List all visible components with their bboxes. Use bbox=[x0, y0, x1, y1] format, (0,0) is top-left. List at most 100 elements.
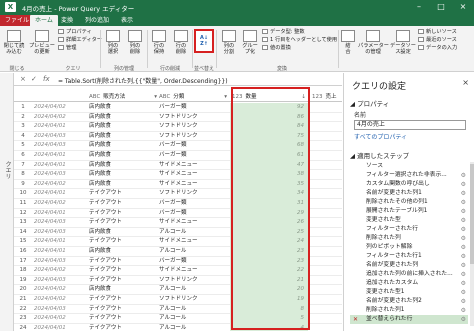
row-number[interactable]: 20 bbox=[14, 285, 32, 295]
table-row[interactable]: 20 2024/04/02 店内飲食 アルコール 20 bbox=[14, 285, 342, 295]
row-number[interactable]: 2 bbox=[14, 113, 32, 123]
date-cell[interactable]: 2024/04/01 bbox=[34, 209, 84, 219]
date-cell[interactable]: 2024/04/03 bbox=[34, 257, 84, 267]
method-cell[interactable]: 店内飲食 bbox=[89, 247, 161, 257]
enter-data-button[interactable]: データの入力 bbox=[418, 45, 457, 52]
scrollbar-thumb[interactable] bbox=[470, 164, 474, 264]
gear-icon[interactable]: ⚙ bbox=[461, 315, 466, 324]
gear-icon[interactable]: ⚙ bbox=[461, 288, 466, 297]
applied-step[interactable]: 削除された列 ⚙ bbox=[350, 234, 468, 243]
quantity-cell[interactable]: 68 bbox=[230, 141, 308, 151]
table-row[interactable]: 9 2024/04/02 店内飲食 サイドメニュー 35 bbox=[14, 179, 342, 190]
table-row[interactable]: 14 2024/04/03 店内飲食 アルコール 25 bbox=[14, 227, 342, 238]
table-row[interactable]: 10 2024/04/01 テイクアウト ソフトドリンク 34 bbox=[14, 189, 342, 199]
table-row[interactable]: 6 2024/04/01 店内飲食 バーガー類 61 bbox=[14, 151, 342, 161]
sort-descending-button[interactable]: A↓ Z↑ bbox=[194, 29, 214, 53]
quantity-cell[interactable]: 25 bbox=[230, 227, 308, 238]
category-cell[interactable]: バーガー類 bbox=[159, 103, 231, 113]
applied-step[interactable]: 追加されたカスタム ⚙ bbox=[350, 279, 468, 288]
method-cell[interactable]: テイクアウト bbox=[89, 189, 161, 199]
quantity-cell[interactable]: 23 bbox=[230, 247, 308, 257]
category-cell[interactable]: バーガー類 bbox=[159, 141, 231, 151]
quantity-cell[interactable]: 21 bbox=[230, 275, 308, 286]
quantity-cell[interactable]: 34 bbox=[230, 189, 308, 199]
group-by-button[interactable]: グルー プ化 bbox=[240, 30, 260, 55]
date-cell[interactable]: 2024/04/02 bbox=[34, 199, 84, 209]
category-cell[interactable]: バーガー類 bbox=[159, 199, 231, 209]
replace-values-button[interactable]: 値の置換 bbox=[262, 45, 291, 52]
applied-step[interactable]: ✕ 並べ替えられた行 ⚙ bbox=[350, 315, 468, 324]
method-cell[interactable]: 店内飲食 bbox=[89, 141, 161, 151]
table-row[interactable]: 17 2024/04/03 テイクアウト バーガー類 23 bbox=[14, 256, 342, 267]
row-number[interactable]: 22 bbox=[14, 305, 32, 315]
table-row[interactable]: 24 2024/04/01 テイクアウト アルコール 4 bbox=[14, 323, 342, 331]
recent-sources-button[interactable]: 最近のソース bbox=[418, 37, 457, 44]
date-cell[interactable]: 2024/04/01 bbox=[34, 189, 84, 199]
table-row[interactable]: 21 2024/04/02 テイクアウト ソフトドリンク 19 bbox=[14, 295, 342, 305]
tab-transform[interactable]: 変換 bbox=[56, 15, 78, 26]
category-cell[interactable]: ソフトドリンク bbox=[159, 276, 231, 286]
quantity-cell[interactable]: 5 bbox=[230, 314, 308, 324]
row-number[interactable]: 24 bbox=[14, 324, 32, 331]
gear-icon[interactable]: ⚙ bbox=[461, 306, 466, 315]
row-number[interactable]: 18 bbox=[14, 266, 32, 276]
row-number[interactable]: 10 bbox=[14, 189, 32, 199]
manage-parameters-button[interactable]: パラメーター の管理 bbox=[358, 30, 389, 55]
date-cell[interactable]: 2024/04/01 bbox=[34, 324, 84, 331]
date-cell[interactable]: 2024/04/01 bbox=[34, 237, 84, 247]
tab-add-column[interactable]: 列の追加 bbox=[80, 15, 114, 26]
date-cell[interactable]: 2024/04/01 bbox=[34, 122, 84, 132]
category-cell[interactable]: サイドメニュー bbox=[159, 161, 231, 171]
gear-icon[interactable]: ⚙ bbox=[461, 171, 466, 180]
row-number[interactable]: 5 bbox=[14, 141, 32, 151]
quantity-cell[interactable]: 47 bbox=[230, 160, 308, 171]
table-row[interactable]: 7 2024/04/01 店内飲食 サイドメニュー 47 bbox=[14, 160, 342, 171]
quantity-cell[interactable]: 19 bbox=[230, 295, 308, 305]
filter-dropdown-icon[interactable]: ▾ bbox=[224, 92, 227, 102]
date-cell[interactable]: 2024/04/01 bbox=[34, 151, 84, 161]
table-row[interactable]: 15 2024/04/01 テイクアウト サイドメニュー 24 bbox=[14, 237, 342, 247]
date-cell[interactable]: 2024/04/02 bbox=[34, 266, 84, 276]
method-cell[interactable]: テイクアウト bbox=[89, 276, 161, 286]
method-cell[interactable]: 店内飲食 bbox=[89, 113, 161, 123]
date-cell[interactable]: 2024/04/01 bbox=[34, 247, 84, 257]
quantity-cell[interactable]: 24 bbox=[230, 237, 308, 247]
column-header-sales[interactable]: 123 売上 bbox=[312, 92, 342, 102]
quantity-cell[interactable]: 75 bbox=[230, 131, 308, 142]
method-cell[interactable]: テイクアウト bbox=[89, 218, 161, 228]
close-panel-icon[interactable]: × bbox=[462, 78, 469, 87]
remove-rows-button[interactable]: 行の 削除 bbox=[171, 30, 191, 55]
row-number[interactable]: 3 bbox=[14, 122, 32, 132]
gear-icon[interactable]: ⚙ bbox=[461, 216, 466, 225]
method-cell[interactable]: 店内飲食 bbox=[89, 228, 161, 238]
queries-pane-collapsed[interactable]: クエリ bbox=[0, 73, 14, 331]
applied-step[interactable]: ソース bbox=[350, 162, 468, 171]
row-number[interactable]: 19 bbox=[14, 276, 32, 286]
row-number[interactable]: 16 bbox=[14, 247, 32, 257]
method-cell[interactable]: 店内飲食 bbox=[89, 285, 161, 295]
table-row[interactable]: 3 2024/04/01 店内飲食 ソフトドリンク 84 bbox=[14, 122, 342, 132]
quantity-cell[interactable]: 31 bbox=[230, 199, 308, 209]
method-cell[interactable]: テイクアウト bbox=[89, 266, 161, 276]
date-cell[interactable]: 2024/04/02 bbox=[34, 180, 84, 190]
category-cell[interactable]: ソフトドリンク bbox=[159, 295, 231, 305]
method-cell[interactable]: 店内飲食 bbox=[89, 122, 161, 132]
row-number[interactable]: 1 bbox=[14, 103, 32, 113]
gear-icon[interactable]: ⚙ bbox=[461, 207, 466, 216]
delete-step-icon[interactable]: ✕ bbox=[353, 315, 358, 324]
row-number[interactable]: 15 bbox=[14, 237, 32, 247]
quantity-cell[interactable]: 23 bbox=[230, 256, 308, 267]
row-number[interactable]: 8 bbox=[14, 170, 32, 180]
gear-icon[interactable]: ⚙ bbox=[461, 270, 466, 279]
category-cell[interactable]: サイドメニュー bbox=[159, 170, 231, 180]
applied-step[interactable]: 削除された列1 ⚙ bbox=[350, 306, 468, 315]
category-cell[interactable]: ソフトドリンク bbox=[159, 132, 231, 142]
applied-step[interactable]: 名前が変更された列 ⚙ bbox=[350, 261, 468, 270]
method-cell[interactable]: 店内飲食 bbox=[89, 180, 161, 190]
category-cell[interactable]: アルコール bbox=[159, 324, 231, 331]
category-cell[interactable]: バーガー類 bbox=[159, 209, 231, 219]
table-row[interactable]: 13 2024/04/03 テイクアウト サイドメニュー 26 bbox=[14, 218, 342, 228]
quantity-cell[interactable]: 26 bbox=[230, 218, 308, 228]
column-header-quantity[interactable]: 123 数量 ↓ bbox=[232, 92, 306, 102]
tab-view[interactable]: 表示 bbox=[116, 15, 138, 26]
